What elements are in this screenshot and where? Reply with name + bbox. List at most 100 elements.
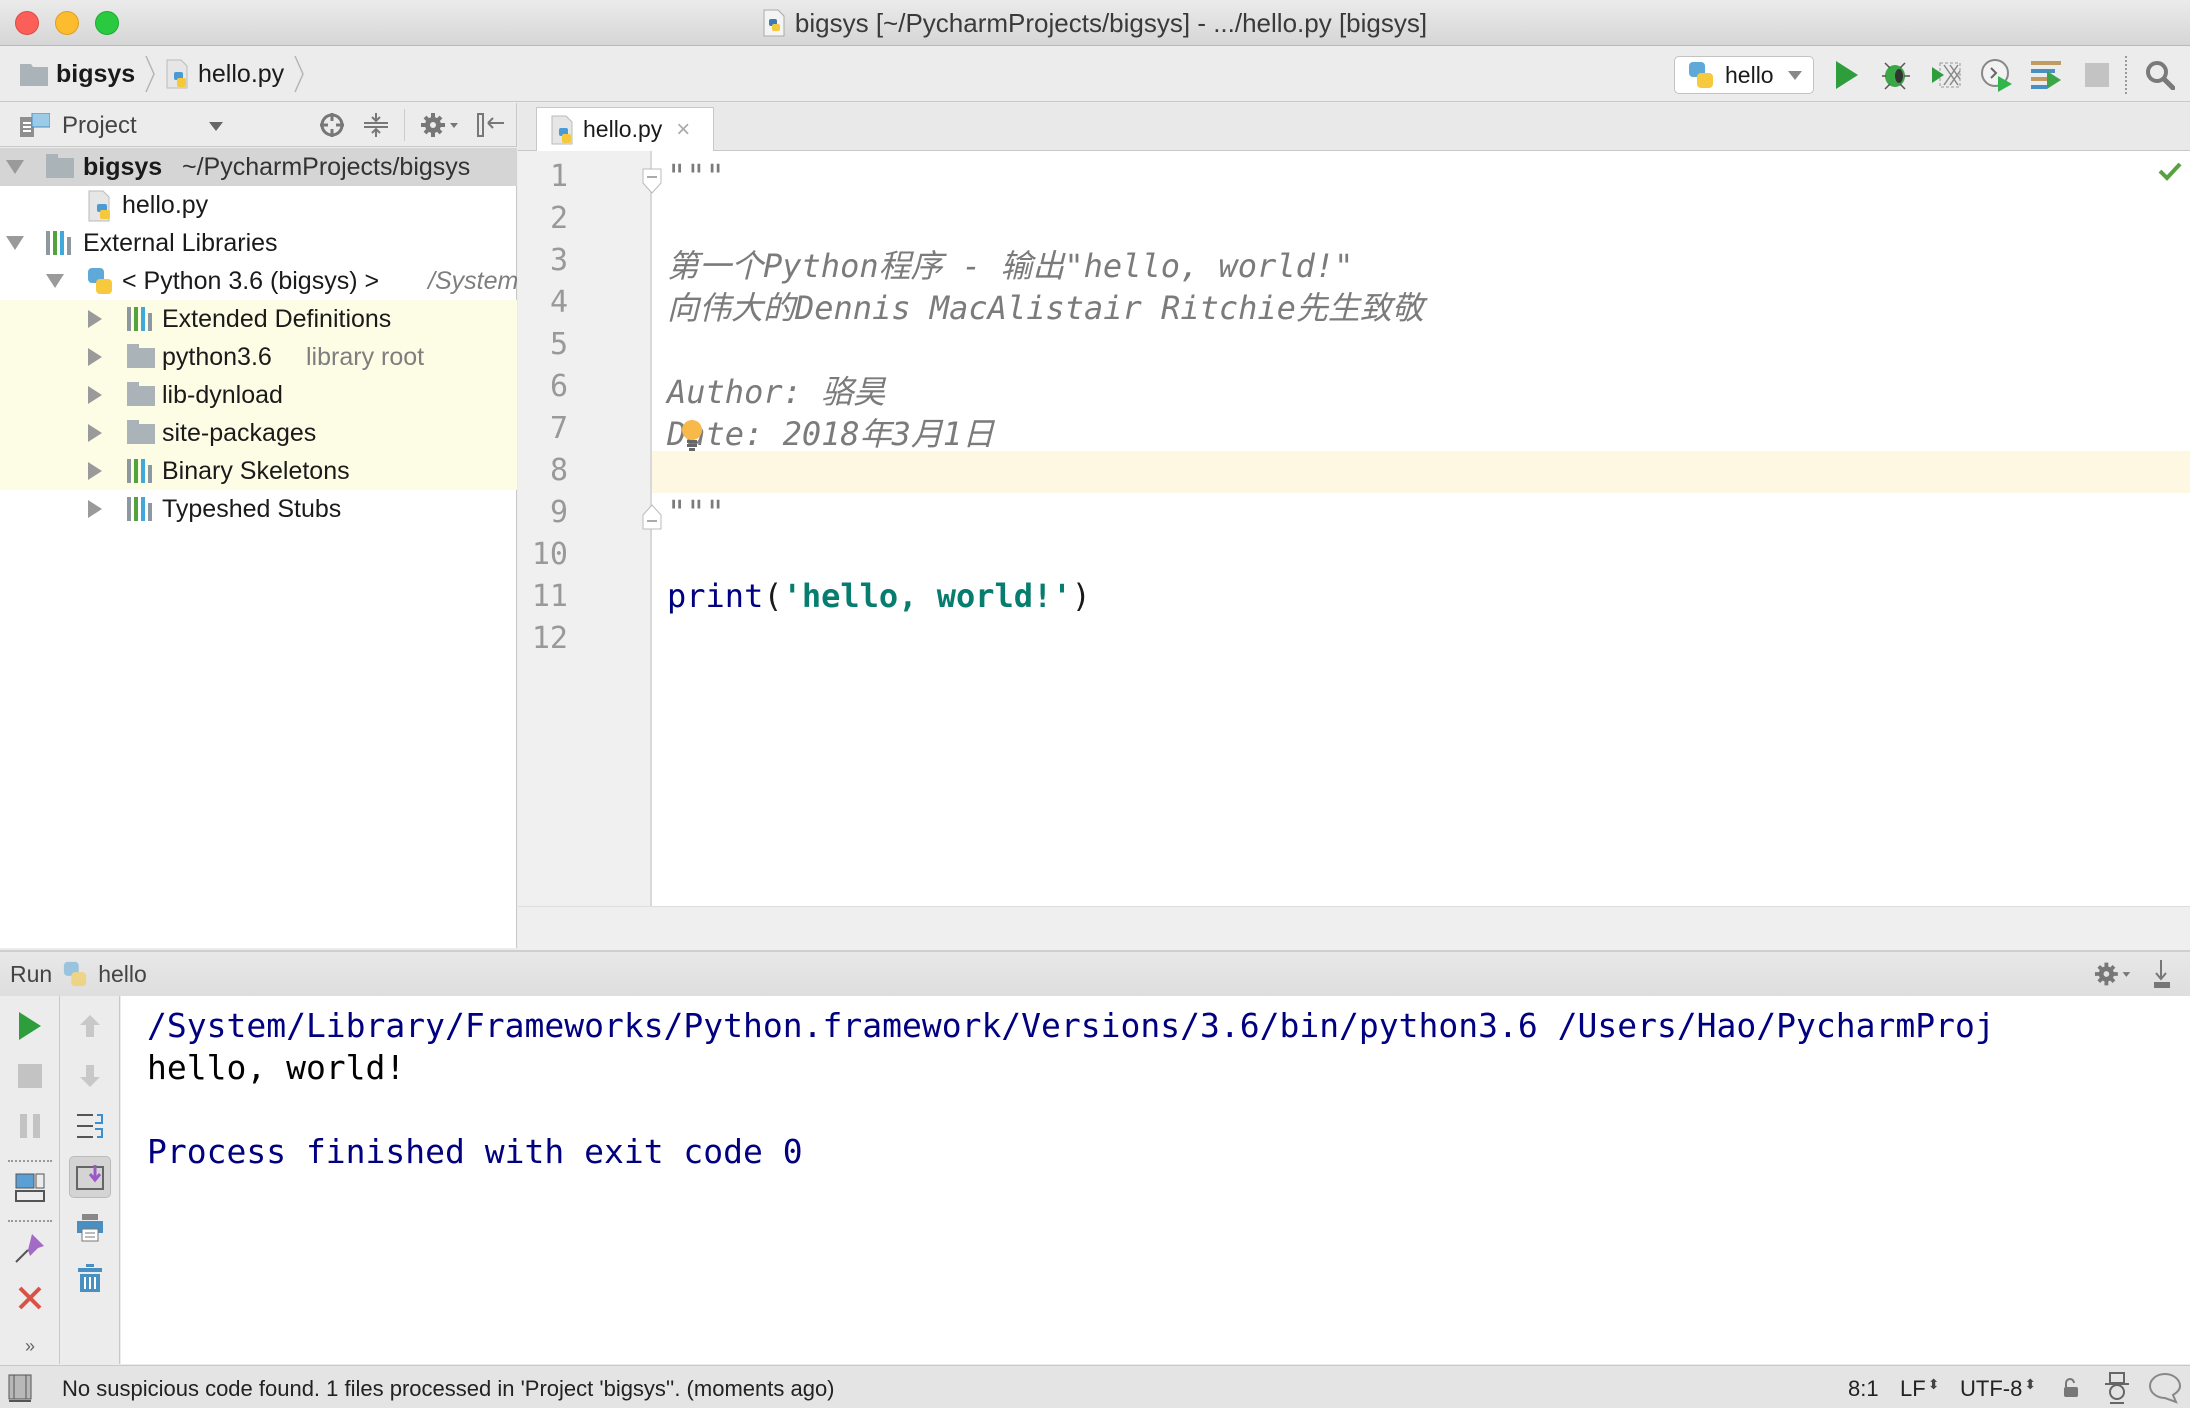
toolbar-divider [404,109,405,141]
tree-item-site-packages[interactable]: site-packages [0,414,517,452]
fold-end-icon[interactable] [641,503,663,531]
tree-item-label: Extended Definitions [162,304,392,333]
code-line[interactable]: """ [667,157,725,195]
arrow-up-icon [80,1015,100,1037]
close-run-tab-button[interactable] [10,1278,50,1318]
line-number: 4 [549,285,568,320]
restore-layout-button[interactable] [10,1168,50,1208]
library-icon [127,459,155,483]
expand-arrow-icon[interactable] [88,310,102,328]
search-everywhere-button[interactable] [2143,58,2177,92]
tree-item-python-sdk[interactable]: < Python 3.6 (bigsys) > /System [0,262,517,300]
tree-item-label: lib-dynload [162,380,283,409]
tree-item-typeshed-stubs[interactable]: Typeshed Stubs [0,490,517,528]
run-console-output[interactable]: /System/Library/Frameworks/Python.framew… [121,996,2190,1364]
run-concurrency-button[interactable] [2030,58,2064,92]
expand-arrow-icon[interactable] [6,236,24,250]
run-button[interactable] [1830,58,1864,92]
console-line: /System/Library/Frameworks/Python.framew… [147,1006,1995,1045]
scroll-to-end-button[interactable] [69,1156,111,1198]
soft-wrap-button[interactable] [70,1106,110,1146]
more-actions-icon[interactable]: » [10,1326,50,1366]
breadcrumb-project[interactable]: bigsys [20,46,157,102]
line-number: 7 [549,411,568,446]
tree-item-lib-dynload[interactable]: lib-dynload [0,376,517,414]
concurrency-icon [2031,61,2061,89]
hide-run-panel-button[interactable] [2148,958,2174,996]
collapse-all-icon [364,113,388,137]
breadcrumb-separator-icon [145,55,156,93]
clear-all-button[interactable] [70,1258,110,1298]
tree-item-project-root[interactable]: bigsys ~/PycharmProjects/bigsys [0,148,517,186]
status-message[interactable]: No suspicious code found. 1 files proces… [62,1376,835,1402]
expand-arrow-icon[interactable] [88,386,102,404]
code-line[interactable]: 向伟大的Dennis MacAlistair Ritchie先生致敬 [667,283,1424,329]
previous-occurrence-button[interactable] [70,1006,110,1046]
run-toolbar-secondary [60,996,120,1364]
breadcrumb-file-label: hello.py [198,59,285,88]
encoding-selector[interactable]: UTF-8 ⬍ [1960,1376,2036,1402]
rerun-button[interactable] [10,1006,50,1046]
folder-icon [46,154,74,178]
debug-button[interactable] [1879,58,1913,92]
expand-arrow-icon[interactable] [88,424,102,442]
python-file-icon [88,190,110,222]
soft-wrap-icon [77,1114,103,1138]
expand-arrow-icon[interactable] [88,462,102,480]
line-separator-selector[interactable]: LF ⬍ [1900,1376,1939,1402]
updown-icon: ⬍ [1927,1376,1940,1392]
tree-item-extended-definitions[interactable]: Extended Definitions [0,300,517,338]
breadcrumb-file[interactable]: hello.py [166,46,306,102]
line-number-gutter: 1 2 3 4 5 6 7 8 9 10 11 12 [518,151,652,906]
toolbar-divider [8,1160,52,1162]
run-configuration-dropdown[interactable]: hello [1674,56,1814,94]
tree-item-external-libraries[interactable]: External Libraries [0,224,517,262]
print-button[interactable] [70,1208,110,1248]
code-line[interactable]: 第一个Python程序 - 输出"hello, world!" [667,241,1353,287]
tree-item-python36[interactable]: python3.6 library root [0,338,517,376]
panel-settings-button[interactable] [420,111,462,139]
code-editor[interactable]: 1 2 3 4 5 6 7 8 9 10 11 12 """ 第一个Python程序 - 输出"hell… [518,151,2190,906]
close-tab-icon[interactable]: × [676,116,690,144]
run-config-tab[interactable]: hello [98,961,147,988]
run-panel-settings-button[interactable] [2094,960,2134,994]
layout-icon [15,1173,45,1202]
expand-arrow-icon[interactable] [88,500,102,518]
tree-item-detail: ~/PycharmProjects/bigsys [182,152,471,181]
expand-arrow-icon[interactable] [88,348,102,366]
project-panel-header: Project [0,103,517,147]
hide-panel-button[interactable] [476,111,506,139]
stop-button[interactable] [2080,58,2114,92]
pause-output-button[interactable] [10,1106,50,1146]
run-with-coverage-button[interactable] [1929,58,1963,92]
docstring-text: """ [667,157,725,195]
collapse-all-button[interactable] [362,111,390,139]
tree-item-detail: library root [306,342,425,371]
stop-process-button[interactable] [10,1056,50,1096]
scroll-from-source-button[interactable] [318,111,346,139]
next-occurrence-button[interactable] [70,1056,110,1096]
inspection-ok-icon[interactable] [2158,161,2182,181]
intention-bulb-icon[interactable] [681,419,703,453]
tab-hello-py[interactable]: hello.py × [536,107,714,151]
tree-item-file[interactable]: hello.py [0,186,517,224]
fold-start-icon[interactable] [641,167,663,195]
profile-button[interactable] [1980,58,2014,92]
project-view-selector[interactable]: Project [20,112,223,140]
inspector-icon[interactable] [2104,1372,2130,1404]
crosshair-icon [320,113,344,137]
expand-arrow-icon[interactable] [6,160,24,174]
tool-windows-icon[interactable] [8,1374,32,1402]
code-line[interactable]: print('hello, world!') [667,577,1091,615]
code-line[interactable]: Date: 2018年3月1日 [667,409,994,455]
pin-tab-button[interactable] [10,1228,50,1268]
code-line[interactable]: """ [667,493,725,531]
lock-open-icon[interactable] [2062,1378,2080,1398]
expand-arrow-icon[interactable] [46,274,64,288]
event-log-icon[interactable] [2148,1372,2182,1404]
title-bar: bigsys [~/PycharmProjects/bigsys] - .../… [0,0,2190,46]
caret-position[interactable]: 8:1 [1848,1376,1879,1402]
tree-item-binary-skeletons[interactable]: Binary Skeletons [0,452,517,490]
line-number: 10 [531,537,568,572]
code-line[interactable]: Author: 骆昊 [667,367,885,413]
